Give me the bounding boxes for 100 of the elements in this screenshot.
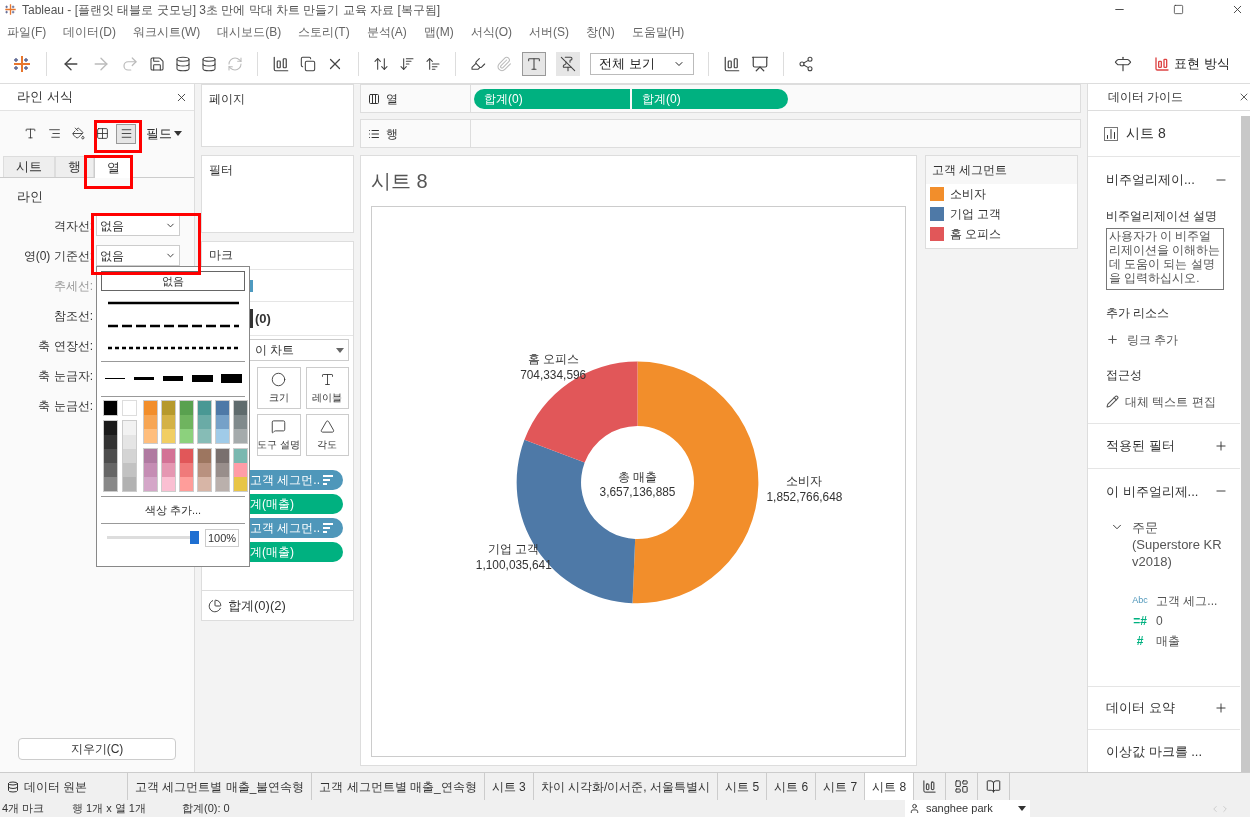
- color-swatch[interactable]: [198, 415, 211, 429]
- color-swatch[interactable]: [198, 401, 211, 415]
- color-swatch[interactable]: [216, 477, 229, 491]
- mark-property-button[interactable]: 레이블: [305, 367, 349, 409]
- scrollbar[interactable]: [1241, 116, 1250, 772]
- maximize-icon[interactable]: [1173, 4, 1184, 15]
- pin-icon[interactable]: [556, 51, 580, 76]
- edit-alt-text-link[interactable]: 대체 텍스트 편집: [1106, 392, 1240, 411]
- none-option[interactable]: 없음: [101, 271, 245, 291]
- color-swatch[interactable]: [216, 401, 229, 415]
- color-swatch[interactable]: [180, 429, 193, 443]
- duplicate-icon[interactable]: [300, 55, 316, 72]
- color-swatch[interactable]: [162, 477, 175, 491]
- color-swatch[interactable]: [216, 463, 229, 477]
- menu-item[interactable]: 대시보드(B): [217, 22, 282, 41]
- refresh-icon[interactable]: [227, 55, 243, 72]
- close-icon[interactable]: [1231, 3, 1244, 16]
- color-swatch[interactable]: [144, 429, 157, 443]
- view-select[interactable]: 전체 보기: [590, 52, 694, 75]
- color-swatch[interactable]: [180, 401, 193, 415]
- opacity-field[interactable]: 100%: [205, 529, 239, 547]
- color-swatch[interactable]: [234, 463, 247, 477]
- menu-item[interactable]: 스토리(T): [298, 22, 350, 41]
- highlight-icon[interactable]: [470, 55, 486, 72]
- save-icon[interactable]: [149, 55, 165, 72]
- color-swatch[interactable]: [234, 415, 247, 429]
- color-swatch[interactable]: [104, 449, 117, 463]
- color-swatch[interactable]: [198, 449, 211, 463]
- menu-item[interactable]: 도움말(H): [631, 22, 685, 41]
- lines-icon[interactable]: [116, 123, 136, 144]
- color-swatch[interactable]: [144, 449, 157, 463]
- color-swatch[interactable]: [198, 463, 211, 477]
- color-swatch[interactable]: [162, 401, 175, 415]
- color-swatch[interactable]: [234, 429, 247, 443]
- color-swatch[interactable]: [234, 477, 247, 491]
- color-swatch[interactable]: [144, 401, 157, 415]
- new-sheet-icon[interactable]: [272, 54, 290, 73]
- field-name[interactable]: 고객 세그...: [1156, 592, 1218, 610]
- close-icon[interactable]: [1238, 91, 1250, 103]
- format-tab[interactable]: 행: [55, 156, 94, 177]
- swap-icon[interactable]: [373, 55, 389, 72]
- labels-icon[interactable]: [522, 51, 546, 76]
- previous-icon[interactable]: [1210, 803, 1220, 814]
- color-swatch[interactable]: [123, 477, 136, 491]
- color-swatch[interactable]: [162, 429, 175, 443]
- color-swatch[interactable]: [234, 401, 247, 415]
- slider-thumb[interactable]: [190, 531, 199, 544]
- color-swatch[interactable]: [180, 415, 193, 429]
- menu-item[interactable]: 데이터(D): [63, 22, 116, 41]
- next-icon[interactable]: [1220, 803, 1230, 814]
- menu-item[interactable]: 파일(F): [7, 22, 47, 41]
- color-swatch[interactable]: [162, 449, 175, 463]
- menu-item[interactable]: 맵(M): [423, 22, 454, 41]
- color-swatch[interactable]: [123, 449, 136, 463]
- pie-icon[interactable]: [208, 598, 222, 613]
- color-swatch[interactable]: [122, 400, 137, 416]
- color-swatch[interactable]: [162, 415, 175, 429]
- color-swatch[interactable]: [123, 421, 136, 435]
- marks-layer-label[interactable]: 합계(0)(2): [228, 595, 286, 616]
- menu-item[interactable]: 서식(O): [470, 22, 512, 41]
- expand-icon[interactable]: [1214, 438, 1228, 453]
- color-swatch[interactable]: [180, 449, 193, 463]
- show-me-button[interactable]: 표현 방식: [1154, 53, 1230, 74]
- color-swatch[interactable]: [123, 435, 136, 449]
- add-color-button[interactable]: 색상 추가...: [101, 497, 245, 523]
- redo-icon[interactable]: [121, 54, 139, 73]
- color-swatch[interactable]: [144, 463, 157, 477]
- field-menu[interactable]: 필드: [146, 123, 182, 144]
- user-menu[interactable]: sanghee park: [905, 800, 1030, 817]
- line-style-select[interactable]: 없음: [96, 245, 180, 266]
- color-swatch[interactable]: [104, 477, 117, 491]
- sort-ascending-icon[interactable]: [399, 55, 415, 72]
- color-swatch[interactable]: [144, 415, 157, 429]
- color-swatch[interactable]: [104, 421, 117, 435]
- clear-button[interactable]: 지우기(C): [18, 738, 176, 760]
- color-swatch[interactable]: [104, 401, 117, 415]
- mark-property-button[interactable]: 크기: [257, 367, 301, 409]
- menu-item[interactable]: 서버(S): [529, 22, 569, 41]
- bar-chart-icon[interactable]: [723, 54, 741, 73]
- field-name[interactable]: 매출: [1156, 632, 1180, 650]
- mark-property-button[interactable]: 도구 설명: [257, 414, 301, 456]
- color-swatch[interactable]: [198, 429, 211, 443]
- share-icon[interactable]: [798, 55, 814, 72]
- color-swatch[interactable]: [144, 477, 157, 491]
- opacity-slider[interactable]: [107, 531, 199, 545]
- signpost-icon[interactable]: [1114, 54, 1133, 73]
- presentation-icon[interactable]: [751, 54, 769, 73]
- field-name[interactable]: 0: [1156, 612, 1163, 630]
- add-link-link[interactable]: 링크 추가: [1106, 330, 1240, 349]
- sheet-tab[interactable]: 시트 8: [865, 773, 915, 800]
- expand-icon[interactable]: [1214, 701, 1228, 715]
- paperclip-icon[interactable]: [496, 55, 512, 72]
- menu-item[interactable]: 분석(A): [366, 22, 407, 41]
- color-swatch[interactable]: [234, 449, 247, 463]
- color-swatch[interactable]: [123, 463, 136, 477]
- mark-property-button[interactable]: 각도: [305, 414, 349, 456]
- menu-item[interactable]: 워크시트(W): [133, 22, 201, 41]
- color-swatch[interactable]: [162, 463, 175, 477]
- description-field[interactable]: 사용자가 이 비주얼리제이션을 이해하는 데 도움이 되는 설명을 입력하십시오.: [1106, 227, 1224, 290]
- color-swatch[interactable]: [104, 435, 117, 449]
